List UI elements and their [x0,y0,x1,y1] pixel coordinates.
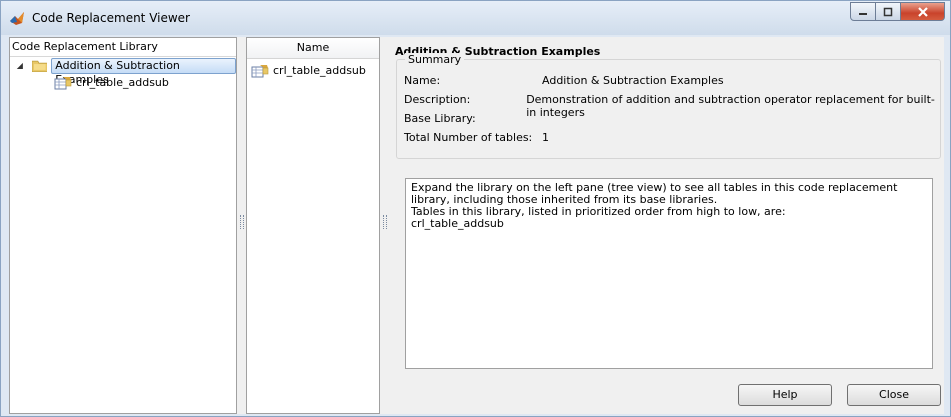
description-line: Expand the library on the left pane (tre… [411,181,898,206]
summary-row-base-library: Base Library: [404,112,542,125]
name-column-header[interactable]: Name [247,38,379,59]
table-list-item[interactable]: crl_table_addsub [247,62,379,79]
window-title: Code Replacement Viewer [32,11,190,25]
summary-value: Demonstration of addition and subtractio… [526,93,935,119]
maximize-button[interactable] [876,2,901,21]
table-list-pane: Name crl_table_addsub [246,37,380,414]
library-tree-header: Code Replacement Library [10,38,236,57]
close-window-button[interactable] [901,2,945,21]
summary-label: Summary [405,53,465,66]
summary-row-table-count: Total Number of tables: 1 [404,131,549,144]
tree-root-label[interactable]: Addition & Subtraction Examples [51,57,237,86]
close-button[interactable]: Close [847,384,941,406]
summary-row-name: Name: Addition & Subtraction Examples [404,74,724,87]
close-icon [917,6,928,17]
folder-icon [31,60,48,72]
summary-key: Total Number of tables: [404,131,533,144]
table-icon [251,64,269,77]
table-icon [54,76,72,89]
left-splitter[interactable] [237,37,246,414]
app-window: Code Replacement Viewer Code Replacement… [0,0,951,417]
summary-value: Addition & Subtraction Examples [542,74,724,87]
splitter-grip[interactable] [383,215,387,229]
description-text-area[interactable]: Expand the library on the left pane (tre… [405,178,933,369]
tree-child-row[interactable]: crl_table_addsub [10,74,236,91]
description-line: crl_table_addsub [411,217,504,230]
help-button[interactable]: Help [738,384,832,406]
title-bar[interactable]: Code Replacement Viewer [1,1,950,35]
summary-value: 1 [542,131,549,144]
matlab-logo-icon [10,12,24,25]
summary-key: Name: [404,74,441,87]
summary-key: Base Library: [404,112,476,125]
minimize-button[interactable] [850,2,876,21]
client-area: Code Replacement Library ◢ Addition & Su… [9,37,944,414]
maximize-icon [883,7,893,16]
details-pane: Addition & Subtraction Examples Summary … [388,37,944,414]
minimize-icon [859,12,867,15]
tree-child-label[interactable]: crl_table_addsub [76,76,169,89]
library-tree-pane: Code Replacement Library ◢ Addition & Su… [9,37,237,414]
table-list-item-label[interactable]: crl_table_addsub [273,64,366,77]
tree-root-row[interactable]: ◢ Addition & Subtraction Examples [10,57,237,86]
expand-triangle-icon[interactable]: ◢ [14,61,26,70]
splitter-grip[interactable] [240,215,244,229]
window-controls [850,2,945,21]
summary-group: Summary Name: Addition & Subtraction Exa… [396,53,941,159]
